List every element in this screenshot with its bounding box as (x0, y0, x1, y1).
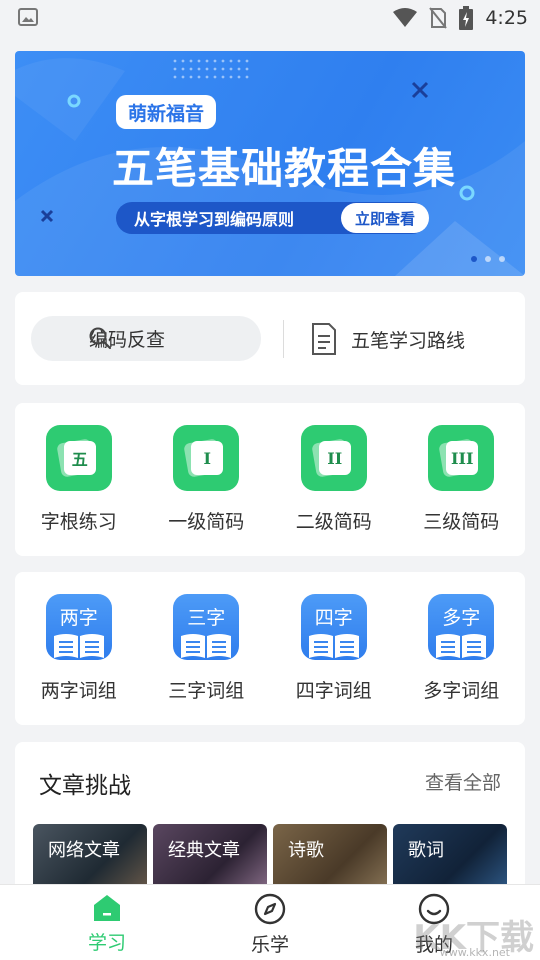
watermark-url: www.kkx.net (439, 946, 510, 959)
phrase-card: 两字 两字词组 三字 三字词组 四字 四字词组 多字 多字词组 (15, 572, 525, 725)
level-three-icon: III (428, 425, 495, 491)
grid-label: 四字词组 (295, 680, 372, 702)
carousel-dot (485, 256, 491, 262)
grid-label: 字根练习 (40, 511, 117, 533)
grid-item-multi-char[interactable]: 多字 多字词组 (398, 594, 526, 703)
grid-label: 多字词组 (423, 680, 500, 702)
nav-tab-study[interactable]: 学习 (57, 893, 157, 955)
learning-route-label: 五笔学习路线 (351, 329, 466, 352)
section-title: 文章挑战 (39, 773, 131, 799)
banner-view-button[interactable]: 立即查看 (341, 203, 429, 233)
grid-item-four-char[interactable]: 四字 四字词组 (270, 594, 398, 703)
carousel-indicator (471, 256, 505, 262)
divider (283, 320, 284, 358)
nav-tab-fun[interactable]: 乐学 (220, 893, 320, 957)
book-icon: 四字 (300, 594, 367, 660)
document-icon (312, 323, 336, 355)
view-all-link[interactable]: 查看全部 (425, 768, 501, 795)
image-notification-icon (18, 8, 38, 26)
grid-label: 二级简码 (295, 511, 372, 533)
search-icon (89, 327, 112, 350)
banner-tag: 萌新福音 (116, 95, 216, 129)
category-label: 诗歌 (288, 840, 324, 861)
book-icon: 多字 (428, 594, 495, 660)
nav-label: 乐学 (250, 934, 289, 956)
banner-title: 五笔基础教程合集 (112, 144, 457, 193)
grid-item-two-char[interactable]: 两字 两字词组 (15, 594, 143, 703)
grid-label: 两字词组 (40, 680, 117, 702)
grid-label: 三级简码 (423, 511, 500, 533)
carousel-dot (471, 256, 477, 262)
wifi-icon (393, 8, 418, 27)
home-icon (94, 895, 120, 921)
book-icon: 三字 (173, 594, 240, 660)
nav-label: 学习 (87, 932, 126, 954)
carousel-dot (499, 256, 505, 262)
code-lookup-search[interactable]: 编码反查 (31, 316, 261, 361)
grid-label: 三字词组 (168, 680, 245, 702)
search-card: 编码反查 五笔学习路线 (15, 292, 525, 385)
category-label: 经典文章 (168, 840, 240, 861)
level-two-icon: II (300, 425, 367, 491)
shortcode-card: 五 字根练习 I 一级简码 II 二级简码 III 三级简码 (15, 403, 525, 556)
category-label: 歌词 (408, 840, 444, 861)
clock-time: 4:25 (485, 7, 528, 29)
grid-item-level2-code[interactable]: II 二级简码 (270, 425, 398, 534)
category-label: 网络文章 (48, 840, 120, 861)
radical-practice-icon: 五 (45, 425, 112, 491)
learning-route-button[interactable]: 五笔学习路线 (311, 319, 465, 359)
promo-banner[interactable]: 萌新福音 五笔基础教程合集 从字根学习到编码原则 立即查看 (15, 51, 525, 276)
no-sim-icon (429, 7, 448, 29)
battery-charging-icon (459, 6, 474, 30)
status-bar: 4:25 (0, 0, 540, 36)
book-icon: 两字 (45, 594, 112, 660)
grid-item-level1-code[interactable]: I 一级简码 (143, 425, 271, 534)
compass-icon (254, 893, 286, 925)
grid-item-level3-code[interactable]: III 三级简码 (398, 425, 526, 534)
grid-label: 一级简码 (168, 511, 245, 533)
grid-item-three-char[interactable]: 三字 三字词组 (143, 594, 271, 703)
grid-item-zigen-practice[interactable]: 五 字根练习 (15, 425, 143, 534)
level-one-icon: I (173, 425, 240, 491)
